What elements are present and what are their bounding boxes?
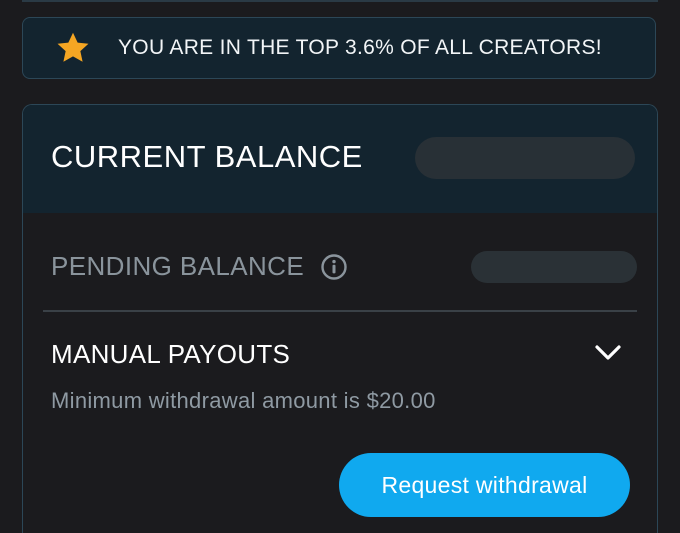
top-divider bbox=[22, 0, 658, 2]
banner-text: YOU ARE IN THE TOP 3.6% OF ALL CREATORS! bbox=[118, 36, 602, 59]
current-balance-value-redacted bbox=[415, 137, 635, 179]
request-withdrawal-button[interactable]: Request withdrawal bbox=[339, 453, 630, 517]
statements-page: YOU ARE IN THE TOP 3.6% OF ALL CREATORS!… bbox=[0, 0, 680, 533]
chevron-down-icon[interactable] bbox=[593, 341, 623, 363]
pending-balance-value-redacted bbox=[471, 251, 637, 283]
manual-payouts-title[interactable]: MANUAL PAYOUTS bbox=[51, 339, 290, 370]
section-divider bbox=[43, 310, 637, 312]
current-balance-header: CURRENT BALANCE bbox=[23, 105, 657, 213]
balance-card: CURRENT BALANCE PENDING BALANCE MANUAL P… bbox=[22, 104, 658, 533]
pending-balance-label: PENDING BALANCE bbox=[51, 251, 305, 281]
minimum-withdrawal-text: Minimum withdrawal amount is $20.00 bbox=[51, 388, 436, 413]
top-creator-banner: YOU ARE IN THE TOP 3.6% OF ALL CREATORS! bbox=[22, 17, 656, 79]
star-icon bbox=[57, 32, 89, 62]
current-balance-label: CURRENT BALANCE bbox=[51, 139, 363, 174]
pending-balance-row: PENDING BALANCE bbox=[51, 251, 348, 282]
info-icon[interactable] bbox=[320, 253, 348, 281]
